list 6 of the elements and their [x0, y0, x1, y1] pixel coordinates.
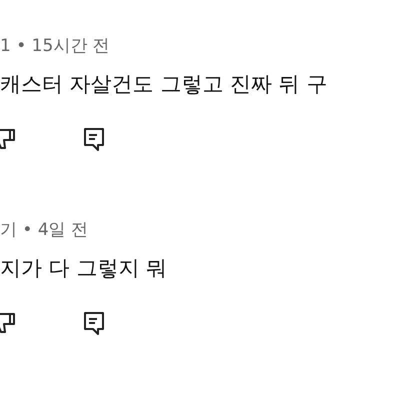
comment-meta: 기 • 4일 전	[0, 219, 90, 242]
comment-meta: 1 • 15시간 전	[0, 35, 111, 58]
comment-text: 지가 다 그렇지 뭐	[0, 255, 168, 282]
reply-icon[interactable]	[82, 310, 106, 336]
comment-text: 캐스터 자살건도 그렇고 진짜 뒤 구	[0, 71, 328, 98]
reply-icon[interactable]	[82, 126, 106, 152]
